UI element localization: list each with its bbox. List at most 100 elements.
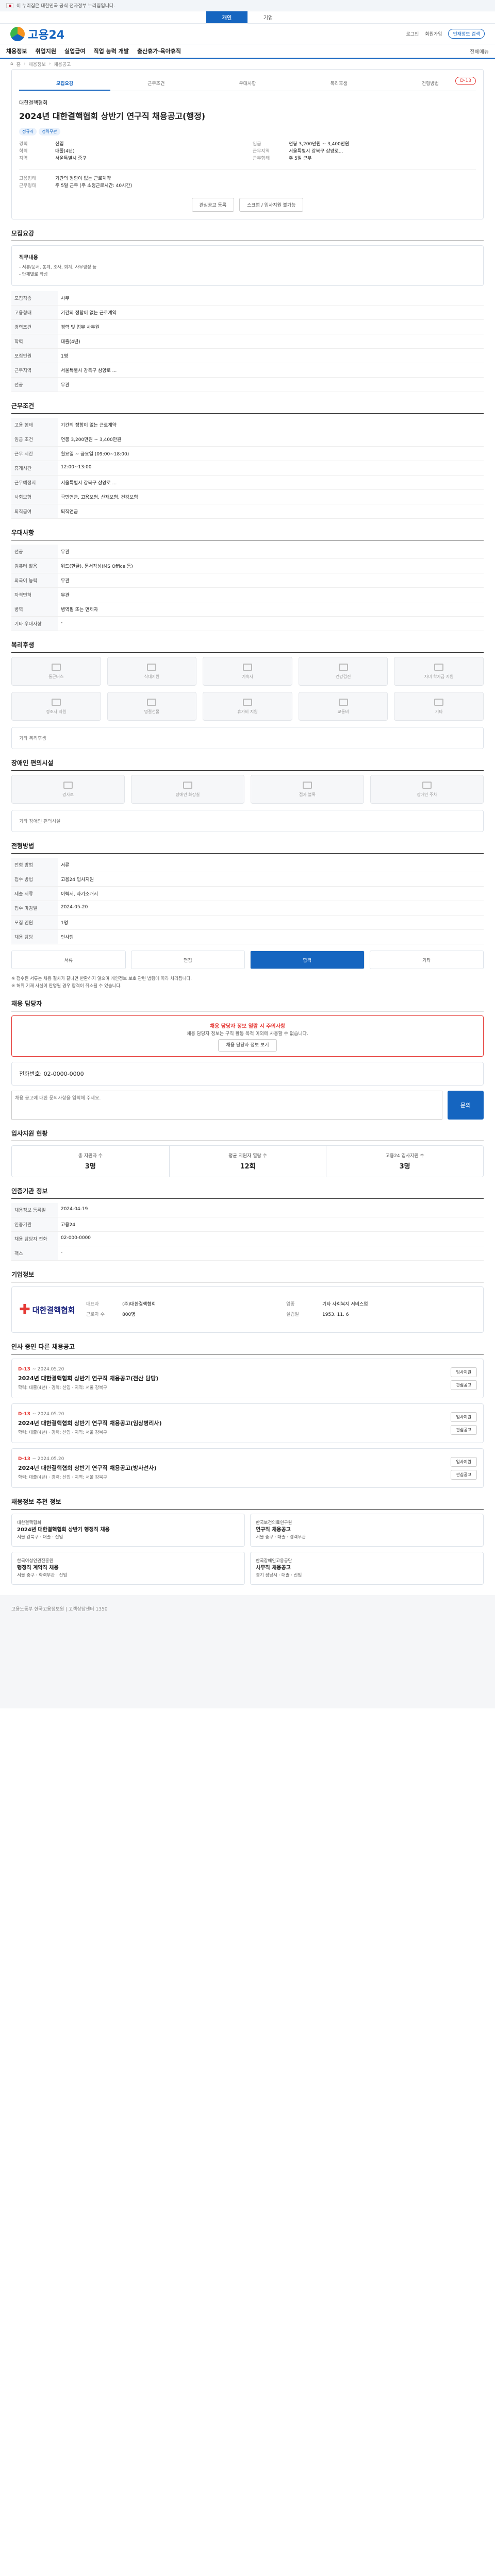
user-type-tabs: 개인 기업 <box>0 11 495 24</box>
welfare-etc: 기타 복리후생 <box>19 736 46 741</box>
section-conditions: 근무조건 <box>11 401 484 414</box>
job-title[interactable]: 2024년 대한결핵협회 상반기 연구직 채용공고(전산 담당) <box>18 1374 158 1382</box>
facility-card: 휴가비 지원 <box>203 692 292 721</box>
section-agency: 인증기관 정보 <box>11 1187 484 1199</box>
inquiry-send-button[interactable]: 문의 <box>448 1091 484 1120</box>
recommend-card[interactable]: 대한결핵협회 2024년 대한결핵협회 상반기 행정직 채용 서울 강북구 · 대졸… <box>11 1514 245 1547</box>
table-row: 채용 담당 인사팀 <box>11 929 484 944</box>
list-item[interactable]: D-13 ~ 2024.05.20 2024년 대한결핵협회 상반기 연구직 채용… <box>11 1403 484 1443</box>
job-summary-card: 모집요강 근무조건 우대사항 복리후생 전형방법 대한결핵협회 2024년 대한… <box>11 69 484 219</box>
row-label: 모집인원 <box>11 348 58 363</box>
nav-employment-support[interactable]: 취업지원 <box>35 47 56 55</box>
facility-label: 경조사 지원 <box>46 709 67 714</box>
recommend-card[interactable]: 한국보건의료연구원 연구직 채용공고 서울 중구 · 대졸 · 경력무관 <box>250 1514 484 1547</box>
table-row: 기타 우대사항 - <box>11 616 484 631</box>
row-value: 대졸(4년) <box>58 334 484 349</box>
facility-label: 기타 <box>435 709 443 714</box>
table-row: 근무지역 서울특별시 강북구 삼양로 ... <box>11 363 484 378</box>
rec-company: 한국여성인권진흥원 <box>17 1558 54 1564</box>
label: 학력 <box>19 149 28 154</box>
logo-text: 고용24 <box>28 28 65 42</box>
scrap-button[interactable]: 스크랩 / 입사지원 불가능 <box>239 198 304 212</box>
table-row: 모집인원 1명 <box>11 348 484 363</box>
disability-grid: 경사로 장애인 화장실 점자 블록 장애인 주차 <box>11 775 484 804</box>
apply-button[interactable]: 입사지원 <box>450 1412 477 1422</box>
row-label: 컴퓨터 활용 <box>11 558 58 573</box>
corp-logo: ✚ 대한결핵협회 <box>19 1294 76 1325</box>
row-label: 접수 마감일 <box>11 901 58 916</box>
rec-title[interactable]: 2024년 대한결핵협회 상반기 행정직 채용 <box>17 1527 110 1533</box>
favorite-button[interactable]: 관심공고 <box>450 1380 477 1390</box>
facility-label: 경사로 <box>62 792 74 797</box>
favorite-button[interactable]: 관심공고 <box>450 1469 477 1480</box>
preference-table: 전공 무관 컴퓨터 활용 워드(한글), 문서작성(MS Office 등) 외국어 능… <box>11 545 484 631</box>
row-label: 모집 인원 <box>11 915 58 930</box>
tab-recruit[interactable]: 모집요강 <box>19 77 111 91</box>
section-stats: 입사지원 현황 <box>11 1129 484 1141</box>
corp-name[interactable]: 대한결핵협회 <box>32 1304 75 1315</box>
table-row: 팩스 - <box>11 1246 484 1261</box>
row-label: 제출 서류 <box>11 886 58 901</box>
badge: 정규직 <box>19 128 37 135</box>
favorite-button[interactable]: 관심공고 등록 <box>191 198 235 212</box>
show-contact-button[interactable]: 채용 담당자 정보 보기 <box>218 1039 277 1052</box>
rec-title[interactable]: 행정직 계약직 채용 <box>17 1565 59 1571</box>
site-footer: 고용노동부 한국고용정보원 | 고객상담센터 1350 <box>0 1595 495 1708</box>
section-other-jobs: 인사 중인 다른 채용공고 <box>11 1342 484 1354</box>
label: 고용형태 <box>19 176 37 181</box>
favorite-button[interactable]: 관심공고 <box>450 1425 477 1435</box>
row-value: 12:00~13:00 <box>58 461 484 476</box>
table-row: 접수 마감일 2024-05-20 <box>11 901 484 916</box>
recommend-card[interactable]: 한국여성인권진흥원 행정직 계약직 채용 서울 중구 · 학력무관 · 신입 <box>11 1552 245 1585</box>
job-title[interactable]: 2024년 대한결핵협회 상반기 연구직 채용공고(방사선사) <box>18 1464 157 1472</box>
selection-steps: 서류 면접 합격 기타 <box>11 951 484 969</box>
tab-business[interactable]: 기업 <box>248 11 289 23</box>
company-name[interactable]: 대한결핵협회 <box>19 98 476 106</box>
list-item[interactable]: D-13 ~ 2024.05.20 2024년 대한결핵협회 상반기 연구직 채용… <box>11 1359 484 1398</box>
tab-preference[interactable]: 우대사항 <box>202 77 293 91</box>
recommend-card[interactable]: 한국장애인고용공단 사무직 채용공고 경기 성남시 · 대졸 · 신입 <box>250 1552 484 1585</box>
tab-conditions[interactable]: 근무조건 <box>110 77 202 91</box>
facility-card: 경조사 지원 <box>11 692 101 721</box>
job-title: 2024년 대한결핵협회 상반기 연구직 채용공고(행정) <box>19 111 206 121</box>
row-value: 사무 <box>58 291 484 306</box>
apply-button[interactable]: 입사지원 <box>450 1456 477 1467</box>
label: 설립일 <box>286 1312 299 1317</box>
inquiry-form: 문의 <box>11 1091 484 1120</box>
site-logo[interactable]: 고용24 <box>10 26 64 42</box>
row-label: 전공 <box>11 545 58 559</box>
recommend-grid: 대한결핵협회 2024년 대한결핵협회 상반기 행정직 채용 서울 강북구 · 대졸… <box>11 1514 484 1585</box>
facility-card: 경사로 <box>11 775 125 804</box>
section-corp: 기업정보 <box>11 1270 484 1282</box>
job-meta: 학력: 대졸(4년) · 경력: 신입 · 지역: 서울 강북구 <box>18 1385 107 1391</box>
tab-personal[interactable]: 개인 <box>206 11 248 23</box>
rec-title[interactable]: 연구직 채용공고 <box>256 1527 291 1533</box>
section-preference: 우대사항 <box>11 528 484 540</box>
stat-value: 3명 <box>399 1163 410 1171</box>
step: 기타 <box>369 951 484 969</box>
rec-company: 한국보건의료연구원 <box>256 1520 292 1526</box>
row-label: 기타 우대사항 <box>11 616 58 631</box>
nav-training[interactable]: 직업 능력 개발 <box>93 47 128 55</box>
row-label: 팩스 <box>11 1246 58 1261</box>
talent-search-button[interactable]: 인재정보 검색 <box>448 29 485 39</box>
row-label: 임금 조건 <box>11 432 58 447</box>
deadline: ~ 2024.05.20 <box>32 1456 64 1462</box>
job-title[interactable]: 2024년 대한결핵협회 상반기 연구직 채용공고(임상병리사) <box>18 1419 162 1427</box>
breadcrumb: ⌂ 홈 › 채용정보 › 채용공고 <box>10 61 71 67</box>
table-row: 근무예정지 서울특별시 강북구 삼양로 ... <box>11 475 484 490</box>
apply-button[interactable]: 입사지원 <box>450 1367 477 1377</box>
nav-unemployment[interactable]: 실업급여 <box>64 47 85 55</box>
login-link[interactable]: 로그인 <box>406 30 419 37</box>
tab-welfare[interactable]: 복리후생 <box>293 77 385 91</box>
list-item[interactable]: D-13 ~ 2024.05.20 2024년 대한결핵협회 상반기 연구직 채용… <box>11 1448 484 1488</box>
all-menu-button[interactable]: 전체메뉴 <box>470 47 489 55</box>
crumb-home[interactable]: 홈 <box>16 61 21 67</box>
signup-link[interactable]: 회원가입 <box>425 30 442 37</box>
nav-parental-leave[interactable]: 출산휴가·육아휴직 <box>137 47 181 55</box>
rec-title[interactable]: 사무직 채용공고 <box>256 1565 291 1571</box>
home-icon[interactable]: ⌂ <box>10 61 13 66</box>
inquiry-input[interactable] <box>11 1091 442 1120</box>
nav-jobs[interactable]: 채용정보 <box>6 47 27 55</box>
crumb-jobs[interactable]: 채용정보 <box>29 61 46 67</box>
